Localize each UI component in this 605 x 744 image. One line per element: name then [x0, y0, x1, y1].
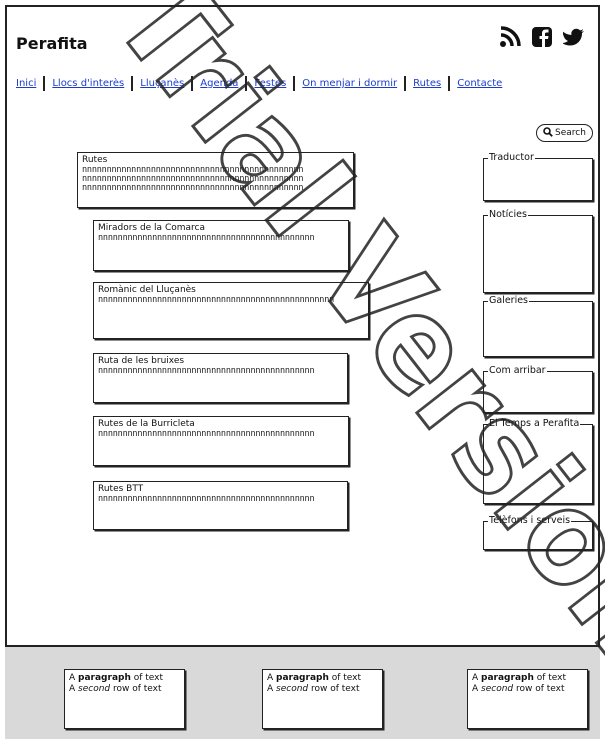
nav-item-inici[interactable]: Inici — [16, 78, 36, 89]
nav-item-festes[interactable]: Festes — [254, 78, 286, 89]
text-line: nnnnnnnnnnnnnnnnnnnnnnnnnnnnnnnnnnnnnnnn… — [82, 183, 304, 193]
nav-divider — [245, 76, 248, 91]
widget-title: Telèfons i serveis — [488, 515, 572, 526]
footer-box-left: A paragraph of text A second row of text — [64, 669, 185, 729]
search-label: Search — [555, 128, 586, 138]
footer-second-row: A second row of text — [267, 684, 360, 694]
rutes-intro-box: Rutes nnnnnnnnnnnnnnnnnnnnnnnnnnnnnnnnnn… — [77, 152, 354, 208]
route-card-bruixes[interactable]: Ruta de les bruixes nnnnnnnnnnnnnnnnnnnn… — [93, 353, 348, 403]
rss-icon[interactable] — [499, 26, 521, 48]
footer-paragraph: A paragraph of text — [69, 673, 164, 683]
nav-item-llocs[interactable]: Llocs d'interès — [52, 78, 124, 89]
route-card-burricleta[interactable]: Rutes de la Burricleta nnnnnnnnnnnnnnnnn… — [93, 416, 349, 466]
nav-item-rutes[interactable]: Rutes — [413, 78, 441, 89]
widget-galeries: Galeries — [483, 295, 593, 357]
footer-second-row: A second row of text — [472, 684, 565, 694]
widget-title: El Temps a Perafita — [488, 418, 581, 429]
route-card-romanic[interactable]: Romànic del Lluçanès nnnnnnnnnnnnnnnnnnn… — [93, 282, 369, 339]
footer-box-right: A paragraph of text A second row of text — [467, 669, 588, 729]
nav-item-menjar-dormir[interactable]: On menjar i dormir — [302, 78, 397, 89]
nav-item-agenda[interactable]: Agenda — [200, 78, 238, 89]
site-title[interactable]: Perafita — [16, 34, 88, 53]
nav-divider — [131, 76, 134, 91]
nav-item-contacte[interactable]: Contacte — [457, 78, 502, 89]
widget-el-temps: El Temps a Perafita — [483, 418, 593, 504]
main-nav: Inici Llocs d'interès Lluçanès Agenda Fe… — [16, 76, 502, 91]
route-card-miradors[interactable]: Miradors de la Comarca nnnnnnnnnnnnnnnnn… — [93, 220, 349, 271]
route-card-btt[interactable]: Rutes BTT nnnnnnnnnnnnnnnnnnnnnnnnnnnnnn… — [93, 481, 348, 530]
text-line: nnnnnnnnnnnnnnnnnnnnnnnnnnnnnnnnnnnnnnnn… — [98, 366, 315, 376]
footer-box-center: A paragraph of text A second row of text — [262, 669, 383, 729]
nav-divider — [448, 76, 451, 91]
facebook-icon[interactable] — [531, 26, 553, 48]
footer-paragraph: A paragraph of text — [267, 673, 362, 683]
nav-divider — [191, 76, 194, 91]
search-button[interactable]: Search — [536, 124, 593, 142]
text-line: nnnnnnnnnnnnnnnnnnnnnnnnnnnnnnnnnnnnnnnn… — [98, 295, 335, 305]
widget-title: Notícies — [488, 209, 528, 220]
social-icons — [499, 26, 585, 48]
footer-paragraph: A paragraph of text — [472, 673, 567, 683]
widget-title: Galeries — [488, 295, 530, 306]
widget-title: Traductor — [488, 152, 535, 163]
widget-telefons: Telèfons i serveis — [483, 515, 593, 550]
text-line: nnnnnnnnnnnnnnnnnnnnnnnnnnnnnnnnnnnnnnnn… — [98, 233, 315, 243]
nav-divider — [43, 76, 46, 91]
search-icon — [543, 126, 553, 140]
widget-noticies: Notícies — [483, 209, 593, 293]
footer: A paragraph of text A second row of text… — [5, 645, 600, 739]
twitter-icon[interactable] — [563, 26, 585, 48]
text-line: nnnnnnnnnnnnnnnnnnnnnnnnnnnnnnnnnnnnnnnn… — [98, 494, 315, 504]
nav-item-llucanes[interactable]: Lluçanès — [140, 78, 184, 89]
nav-divider — [293, 76, 296, 91]
nav-divider — [404, 76, 407, 91]
text-line: nnnnnnnnnnnnnnnnnnnnnnnnnnnnnnnnnnnnnnnn… — [98, 429, 315, 439]
footer-second-row: A second row of text — [69, 684, 162, 694]
widget-com-arribar: Com arribar — [483, 365, 593, 413]
widget-traductor: Traductor — [483, 152, 593, 201]
widget-title: Com arribar — [488, 365, 547, 376]
